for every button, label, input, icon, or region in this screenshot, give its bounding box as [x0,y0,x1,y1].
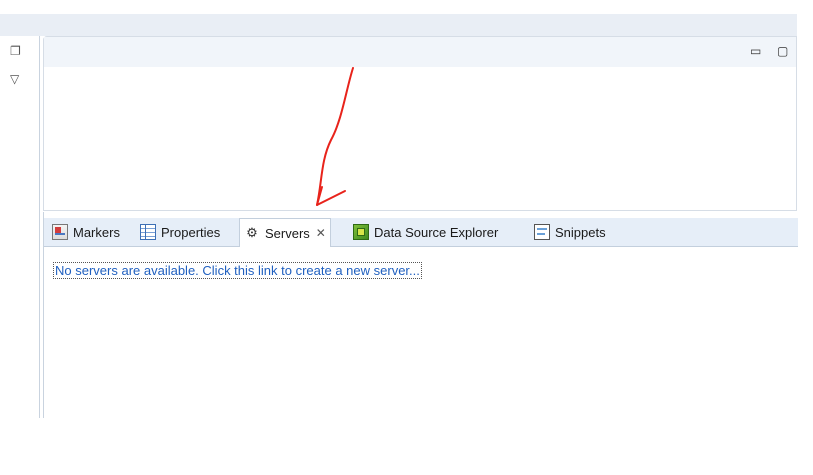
left-view-stub: ❐ ▽ [0,36,40,418]
view-menu-icon[interactable]: ▽ [10,72,19,86]
tab-label: Markers [73,224,120,240]
tab-markers[interactable]: Markers [48,218,124,246]
bottom-panel: Markers Properties ⚙ Servers ✕ Data Sour… [43,212,798,418]
top-toolbar-band [0,14,797,36]
data-source-explorer-icon [353,224,369,240]
markers-icon [52,224,68,240]
tab-label: Data Source Explorer [374,224,499,240]
create-server-link[interactable]: No servers are available. Click this lin… [53,262,422,279]
tab-snippets[interactable]: Snippets [530,218,610,246]
close-icon[interactable]: ✕ [316,226,326,240]
tab-data-source-explorer[interactable]: Data Source Explorer [349,218,502,246]
tab-label: Properties [161,224,221,240]
minimize-icon[interactable]: ▭ [750,44,761,58]
tab-label: Snippets [555,224,606,240]
tab-servers[interactable]: ⚙ Servers ✕ [239,218,331,247]
restore-icon[interactable]: ❐ [10,44,21,58]
servers-icon: ⚙ [246,225,258,240]
tab-properties[interactable]: Properties [136,218,224,246]
upper-view-area: ▭ ▢ [43,36,797,211]
properties-icon [140,224,156,240]
view-tab-bar: Markers Properties ⚙ Servers ✕ Data Sour… [44,218,798,247]
maximize-icon[interactable]: ▢ [777,44,788,58]
upper-view-titlebar: ▭ ▢ [44,37,796,67]
snippets-icon [534,224,550,240]
tab-label: Servers [265,225,310,241]
